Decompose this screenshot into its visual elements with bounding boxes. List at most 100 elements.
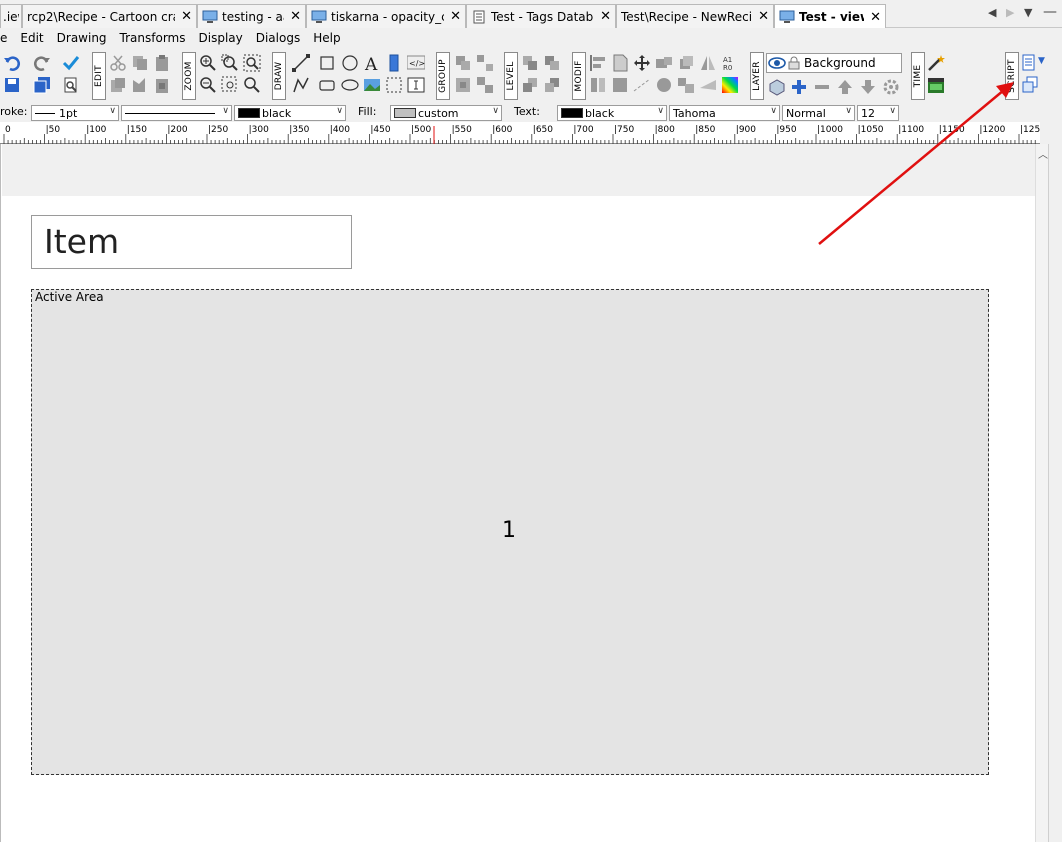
copy-icon[interactable] <box>131 54 149 72</box>
gear-icon[interactable] <box>882 78 900 96</box>
save-all-icon[interactable] <box>33 76 51 94</box>
menu-transforms[interactable]: Transforms <box>120 31 186 45</box>
level-a1-r0-icon[interactable]: A1R0 <box>721 54 739 72</box>
print-preview-icon[interactable] <box>62 76 80 94</box>
checkmark-icon[interactable] <box>62 54 80 72</box>
canvas-workspace[interactable]: Item Active Area 1 ︿ <box>0 144 1049 842</box>
tab-scroll-left-icon[interactable]: ◀ <box>988 6 996 22</box>
tab-tags-database[interactable]: Test - Tags Database ✕ <box>466 4 616 28</box>
paste-icon[interactable] <box>153 54 171 72</box>
menu-dialogs[interactable]: Dialogs <box>256 31 300 45</box>
close-icon[interactable]: ✕ <box>758 9 769 24</box>
zoom-area-icon[interactable] <box>221 76 239 94</box>
tab-view-partial[interactable]: .iew <box>0 4 22 28</box>
line-tool-icon[interactable] <box>292 54 310 72</box>
exit-group-icon[interactable] <box>476 76 494 94</box>
save-icon[interactable] <box>3 76 21 94</box>
rectangle-tool-icon[interactable] <box>318 54 336 72</box>
tab-list-dropdown-icon[interactable]: ▼ <box>1024 6 1032 22</box>
paste-special-icon[interactable] <box>153 76 171 94</box>
frame-tool-icon[interactable] <box>385 76 403 94</box>
size-icon[interactable] <box>611 76 629 94</box>
undo-icon[interactable] <box>3 54 21 72</box>
color-palette-icon[interactable] <box>721 76 739 94</box>
minimize-icon[interactable]: — <box>1043 4 1057 20</box>
menu-file-partial[interactable]: e <box>0 31 7 45</box>
layer-selector[interactable]: Background <box>766 53 902 73</box>
move-icon[interactable] <box>633 54 651 72</box>
rotate-icon[interactable] <box>677 54 695 72</box>
stroke-style-select[interactable]: ∨ <box>121 105 232 121</box>
add-layer-icon[interactable] <box>790 78 808 96</box>
duplicate-icon[interactable] <box>109 76 127 94</box>
close-icon[interactable]: ✕ <box>600 9 611 24</box>
scroll-up-icon[interactable]: ︿ <box>1038 146 1048 161</box>
font-select[interactable]: Tahoma ∨ <box>669 105 780 121</box>
active-area[interactable]: Active Area 1 <box>31 289 989 775</box>
combine-icon[interactable] <box>677 76 695 94</box>
stroke-color-select[interactable]: black ∨ <box>234 105 346 121</box>
send-backward-icon[interactable] <box>543 76 561 94</box>
text-field-tool-icon[interactable] <box>407 76 425 94</box>
tab-testing-aaa[interactable]: testing - aaa ✕ <box>197 4 306 28</box>
gradient-icon[interactable] <box>699 76 717 94</box>
close-icon[interactable]: ✕ <box>870 10 881 25</box>
vertical-scrollbar[interactable]: ︿ <box>1035 144 1049 842</box>
rounded-rect-tool-icon[interactable] <box>318 76 336 94</box>
fill-color-select[interactable]: custom ∨ <box>390 105 502 121</box>
clone-icon[interactable] <box>131 76 149 94</box>
menu-display[interactable]: Display <box>199 31 243 45</box>
item-label-box[interactable]: Item <box>31 215 352 269</box>
ellipse-flat-tool-icon[interactable] <box>341 76 359 94</box>
script-windows-icon[interactable] <box>1021 76 1039 94</box>
align-left-icon[interactable] <box>589 54 607 72</box>
cut-icon[interactable] <box>109 54 127 72</box>
layer-up-icon[interactable] <box>836 78 854 96</box>
zoom-out-icon[interactable] <box>199 76 217 94</box>
font-style-select[interactable]: Normal ∨ <box>782 105 855 121</box>
tab-recipe-cartoon-crates[interactable]: rcp2\Recipe - Cartoon crates ✕ <box>22 4 197 28</box>
tab-scroll-right-icon[interactable]: ▶ <box>1006 6 1014 22</box>
lock-icon[interactable] <box>788 56 800 70</box>
resize-icon[interactable] <box>655 54 673 72</box>
zoom-100-icon[interactable] <box>243 76 261 94</box>
layer-3d-icon[interactable] <box>768 78 786 96</box>
layer-down-icon[interactable] <box>859 78 877 96</box>
align-grid-icon[interactable] <box>589 76 607 94</box>
zoom-fit-icon[interactable] <box>243 54 261 72</box>
close-icon[interactable]: ✕ <box>450 9 461 24</box>
animation-icon[interactable] <box>927 76 945 94</box>
text-color-select[interactable]: black ∨ <box>557 105 667 121</box>
close-icon[interactable]: ✕ <box>181 9 192 24</box>
page-icon[interactable] <box>611 54 629 72</box>
image-tool-icon[interactable] <box>363 76 381 94</box>
menu-drawing[interactable]: Drawing <box>57 31 107 45</box>
magic-wand-icon[interactable] <box>927 54 945 72</box>
polyline-tool-icon[interactable] <box>292 76 310 94</box>
html-tool-icon[interactable]: </> <box>407 54 425 72</box>
script-list-icon[interactable] <box>1021 54 1039 72</box>
script-dropdown-icon[interactable]: ▼ <box>1038 56 1045 66</box>
zoom-selection-icon[interactable] <box>221 54 239 72</box>
tab-tiskarna-opacity-color[interactable]: tiskarna - opacity_color ✕ <box>306 4 466 28</box>
eye-icon[interactable] <box>768 56 786 70</box>
font-size-select[interactable]: 12 ∨ <box>857 105 899 121</box>
bring-front-icon[interactable] <box>521 54 539 72</box>
menu-edit[interactable]: Edit <box>20 31 43 45</box>
tab-test-view[interactable]: Test - view ✕ <box>774 4 886 29</box>
ungroup-icon[interactable] <box>476 54 494 72</box>
group-icon[interactable] <box>454 54 472 72</box>
zoom-in-icon[interactable] <box>199 54 217 72</box>
toolbar-group-script[interactable]: SCRIPT <box>1005 52 1019 100</box>
stroke-width-select[interactable]: 1pt ∨ <box>31 105 119 121</box>
remove-layer-icon[interactable] <box>813 78 831 96</box>
ellipse-tool-icon[interactable] <box>341 54 359 72</box>
close-icon[interactable]: ✕ <box>290 9 301 24</box>
redo-icon[interactable] <box>33 54 51 72</box>
edit-points-icon[interactable] <box>633 76 651 94</box>
convert-icon[interactable] <box>655 76 673 94</box>
flip-icon[interactable] <box>699 54 717 72</box>
send-back-icon[interactable] <box>521 76 539 94</box>
bring-forward-icon[interactable] <box>543 54 561 72</box>
enter-group-icon[interactable] <box>454 76 472 94</box>
